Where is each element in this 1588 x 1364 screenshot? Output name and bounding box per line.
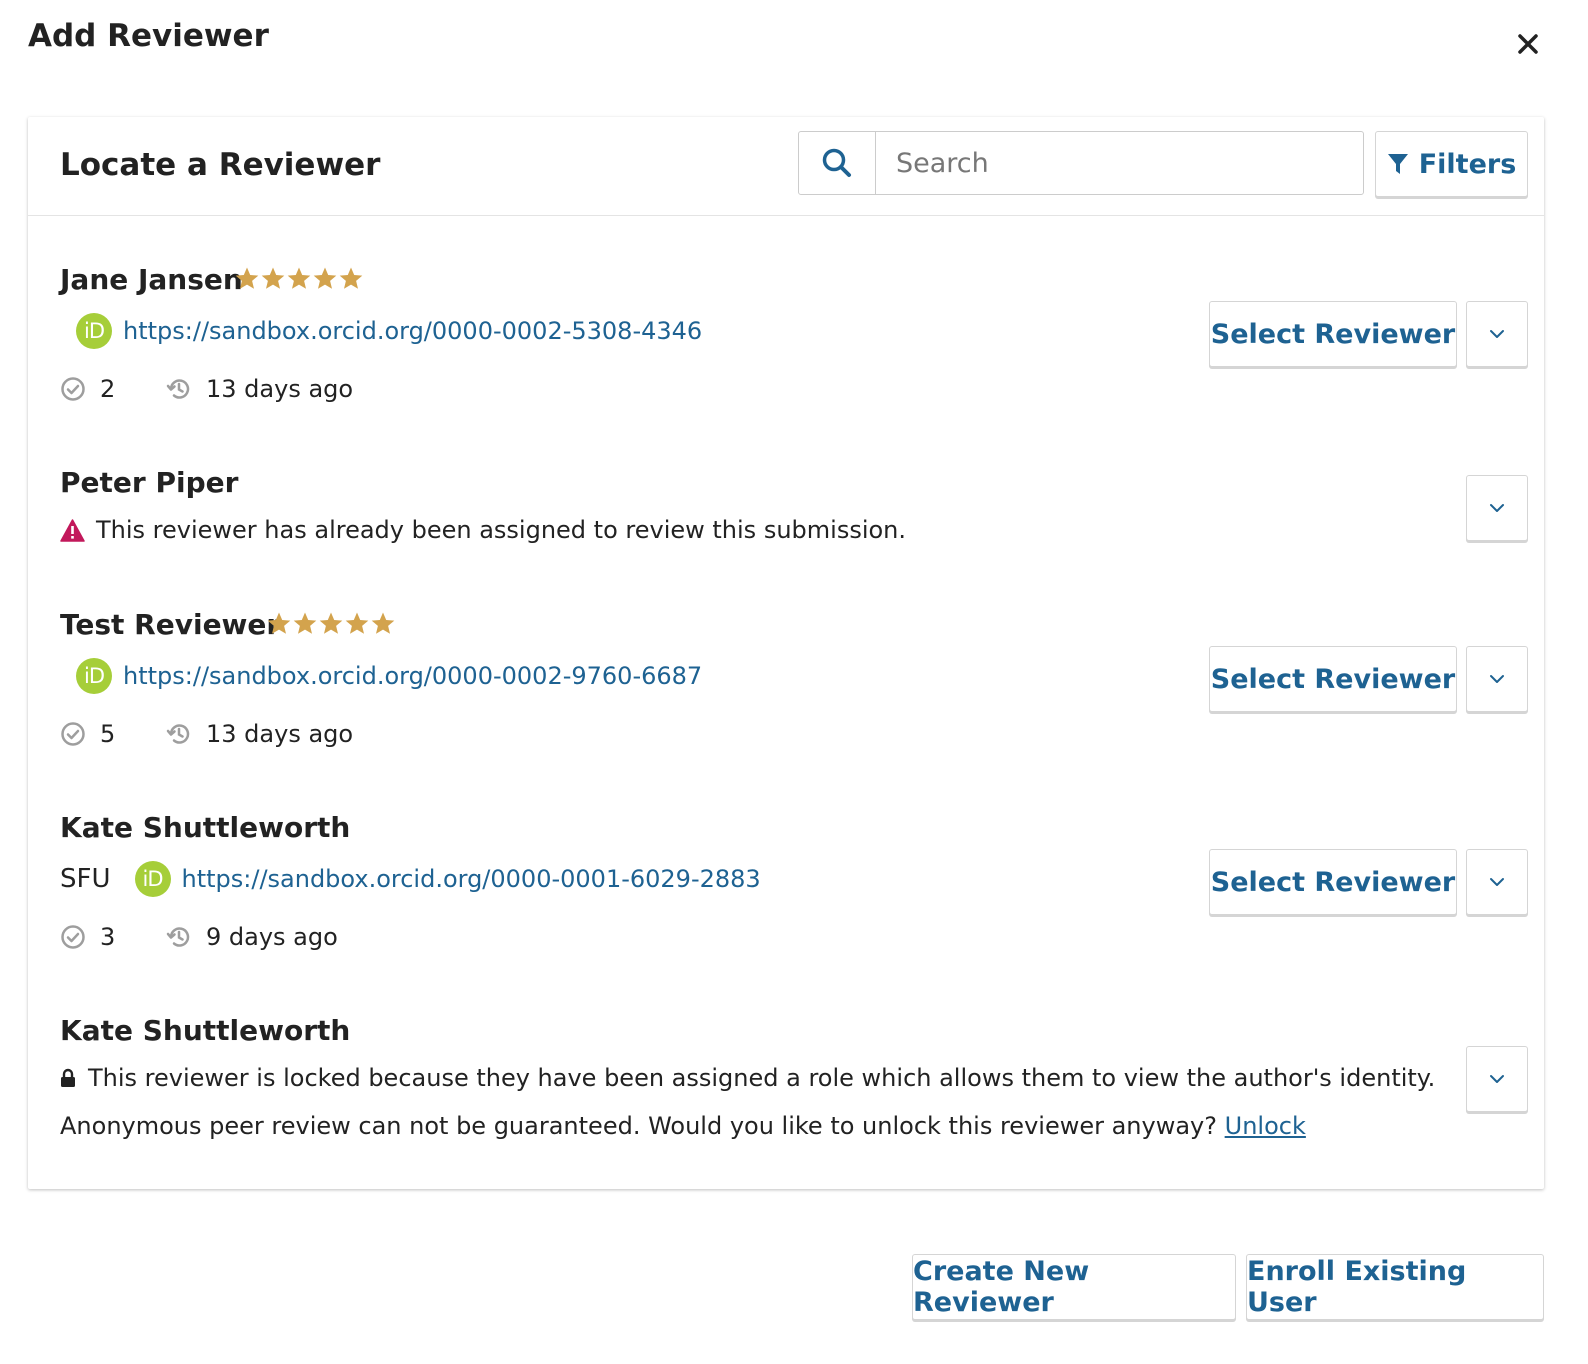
star-icon: [235, 267, 259, 289]
last-active: 9 days ago: [206, 923, 338, 951]
notice-text: This reviewer is locked because they hav…: [88, 1064, 1436, 1092]
unlock-prompt: Anonymous peer review can not be guarant…: [60, 1112, 1306, 1140]
lock-icon: [61, 1068, 75, 1087]
orcid-link[interactable]: https://sandbox.orcid.org/0000-0002-9760…: [123, 662, 702, 690]
star-icon: [345, 612, 369, 634]
reviewer-name: Peter Piper: [60, 466, 239, 499]
check-circle-icon: [61, 722, 85, 746]
chevron-down-icon: [1490, 675, 1504, 683]
last-active: 13 days ago: [206, 375, 354, 403]
reviewer-meta: 3 9 days ago: [60, 923, 338, 951]
reviewer-affiliation: SFU: [60, 864, 111, 894]
filters-button[interactable]: Filters: [1375, 131, 1528, 197]
orcid-line: iD https://sandbox.orcid.org/0000-0002-5…: [76, 313, 702, 349]
select-reviewer-button[interactable]: Select Reviewer: [1209, 301, 1457, 367]
warning-icon: [60, 518, 85, 542]
search-icon: [822, 148, 851, 177]
panel-title: Locate a Reviewer: [60, 147, 381, 183]
star-icon: [267, 612, 291, 634]
panel-header: Locate a Reviewer Filters: [28, 117, 1544, 216]
search-button[interactable]: [799, 132, 876, 194]
history-icon: [166, 724, 190, 744]
unlock-prompt-text: Anonymous peer review can not be guarant…: [60, 1112, 1217, 1140]
completed-count: 5: [100, 720, 116, 748]
orcid-line: iD https://sandbox.orcid.org/0000-0002-9…: [76, 658, 702, 694]
completed-count: 2: [100, 375, 116, 403]
chevron-down-icon: [1490, 878, 1504, 886]
rating-stars: [234, 266, 364, 292]
star-icon: [371, 612, 395, 634]
check-circle-icon: [61, 925, 85, 949]
assigned-notice: This reviewer has already been assigned …: [60, 516, 906, 544]
star-icon: [293, 612, 317, 634]
orcid-icon: iD: [134, 861, 171, 897]
orcid-link[interactable]: https://sandbox.orcid.org/0000-0002-5308…: [123, 317, 702, 345]
orcid-line: SFU iD https://sandbox.orcid.org/0000-00…: [60, 861, 761, 897]
chevron-down-icon: [1490, 1075, 1504, 1083]
star-icon: [287, 267, 311, 289]
last-active: 13 days ago: [206, 720, 354, 748]
reviewer-name: Kate Shuttleworth: [60, 1014, 351, 1047]
chevron-down-icon: [1490, 504, 1504, 512]
star-icon: [339, 267, 363, 289]
expand-toggle-button[interactable]: [1466, 849, 1528, 915]
expand-toggle-button[interactable]: [1466, 646, 1528, 712]
orcid-link[interactable]: https://sandbox.orcid.org/0000-0001-6029…: [182, 865, 761, 893]
star-icon: [313, 267, 337, 289]
modal-title: Add Reviewer: [28, 18, 269, 54]
reviewer-name: Test Reviewer: [60, 608, 281, 641]
reviewer-name: Kate Shuttleworth: [60, 811, 351, 844]
reviewer-name: Jane Jansen: [60, 263, 243, 296]
unlock-link[interactable]: Unlock: [1225, 1112, 1306, 1140]
reviewer-meta: 5 13 days ago: [60, 720, 353, 748]
orcid-icon: iD: [76, 658, 112, 694]
orcid-icon: iD: [76, 313, 112, 349]
history-icon: [166, 927, 190, 947]
close-button[interactable]: [1508, 24, 1548, 64]
filters-label: Filters: [1418, 148, 1517, 180]
enroll-existing-user-button[interactable]: Enroll Existing User: [1246, 1254, 1544, 1320]
star-icon: [261, 267, 285, 289]
chevron-down-icon: [1490, 330, 1504, 338]
close-icon: [1518, 34, 1538, 54]
filter-icon: [1387, 154, 1408, 174]
search-box: [798, 131, 1364, 195]
check-circle-icon: [61, 377, 85, 401]
search-input[interactable]: [876, 132, 1363, 194]
expand-toggle-button[interactable]: [1466, 475, 1528, 541]
reviewer-meta: 2 13 days ago: [60, 375, 353, 403]
expand-toggle-button[interactable]: [1466, 1046, 1528, 1112]
completed-count: 3: [100, 923, 116, 951]
locate-reviewer-panel: Locate a Reviewer Filters Jane Jansen iD…: [28, 117, 1544, 1189]
expand-toggle-button[interactable]: [1466, 301, 1528, 367]
star-icon: [319, 612, 343, 634]
create-new-reviewer-button[interactable]: Create New Reviewer: [912, 1254, 1236, 1320]
locked-notice: This reviewer is locked because they hav…: [60, 1064, 1435, 1092]
notice-text: This reviewer has already been assigned …: [96, 516, 907, 544]
select-reviewer-button[interactable]: Select Reviewer: [1209, 646, 1457, 712]
select-reviewer-button[interactable]: Select Reviewer: [1209, 849, 1457, 915]
rating-stars: [266, 611, 396, 637]
history-icon: [166, 379, 190, 399]
